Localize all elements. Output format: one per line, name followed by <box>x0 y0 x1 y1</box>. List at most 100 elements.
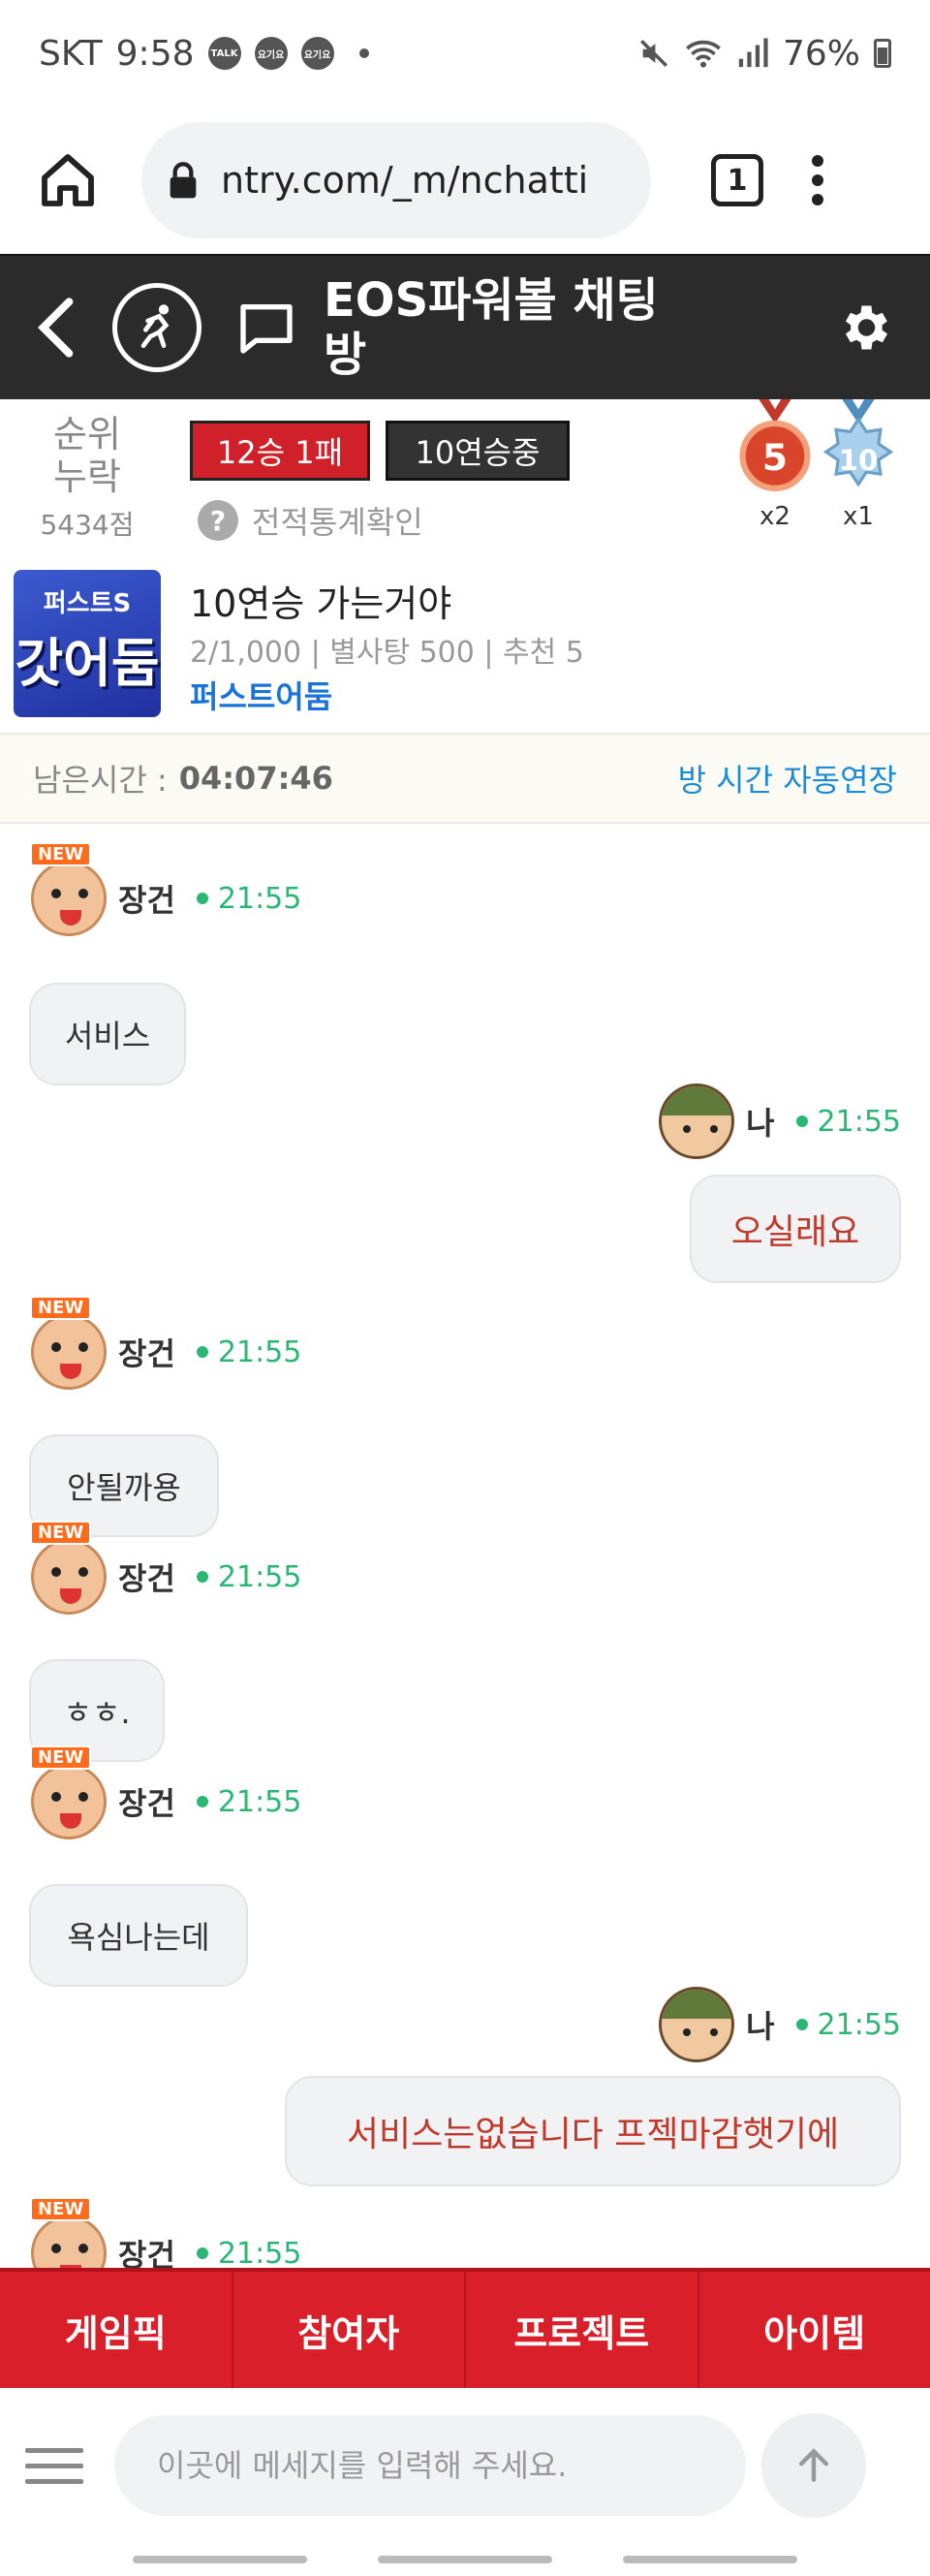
yogiyo-notification-icon: 요기요 <box>254 37 288 70</box>
back-button[interactable] <box>27 289 85 366</box>
browser-toolbar: ntry.com/_m/nchatti 1 <box>0 107 930 254</box>
sender-name[interactable]: 장건 <box>118 1330 175 1374</box>
points: 5434점 <box>40 509 135 541</box>
auto-extend-button[interactable]: 방 시간 자동연장 <box>678 756 897 801</box>
message-bubble: 서비스는없습니다 프젝마감햇기에 <box>285 2076 901 2186</box>
message-bubble: 오실래요 <box>690 1175 901 1283</box>
room-timer-bar: 남은시간 : 04:07:46 방 시간 자동연장 <box>0 733 930 824</box>
battery-icon <box>874 39 891 68</box>
avatar[interactable]: NEW <box>30 1296 107 1390</box>
remaining-time-value: 04:07:46 <box>178 760 333 797</box>
avatar[interactable]: NEW <box>30 1745 107 1839</box>
sender-name[interactable]: 장건 <box>118 876 175 921</box>
medal-blue-count: x1 <box>843 502 874 531</box>
online-dot-icon <box>795 2019 808 2030</box>
nav-home[interactable] <box>377 2556 552 2563</box>
bottom-tab-bar: 게임픽 참여자 프로젝트 아이템 <box>0 2268 930 2388</box>
avatar[interactable]: NEW <box>30 842 107 936</box>
rank-line-1: 순위 <box>53 413 121 456</box>
running-man-icon <box>140 304 170 348</box>
menu-button[interactable] <box>25 2447 83 2484</box>
rank-block: 순위 누락 5434점 <box>29 413 145 543</box>
message-bubble: 욕심나는데 <box>29 1884 248 1987</box>
message-time: 21:55 <box>217 2236 302 2269</box>
medal-blue-value: 10 <box>839 444 879 477</box>
medal-blue-icon: 10 <box>822 399 894 487</box>
rank-line-2: 누락 <box>53 456 121 498</box>
room-thumbnail: 퍼스트S 갓어둠 <box>14 570 161 717</box>
send-button[interactable] <box>761 2413 866 2518</box>
nav-back[interactable] <box>623 2556 798 2563</box>
message-composer <box>0 2388 930 2543</box>
medal-5-wins: 5 x2 <box>727 399 823 531</box>
stats-link[interactable]: ? 전적통계확인 <box>198 498 423 543</box>
avatar <box>659 1084 735 1159</box>
chat-list-button[interactable] <box>232 294 300 361</box>
battery-percent: 76% <box>782 33 860 74</box>
back-arrow-icon <box>38 298 74 358</box>
tab-game-pick[interactable]: 게임픽 <box>0 2272 233 2388</box>
kakaotalk-notification-icon: TALK <box>207 37 241 70</box>
sender-name: 나 <box>746 2008 775 2045</box>
home-icon <box>42 154 94 206</box>
online-dot-icon <box>196 1571 208 1583</box>
message-time: 21:55 <box>217 1784 302 1819</box>
win-streak-badge: 10연승중 <box>386 421 570 481</box>
question-icon: ? <box>198 500 238 541</box>
more-notifications-dot <box>358 48 369 58</box>
address-bar[interactable]: ntry.com/_m/nchatti <box>141 122 651 238</box>
clock: 9:58 <box>115 33 195 74</box>
tab-switcher-button[interactable]: 1 <box>711 154 763 206</box>
status-bar: SKT 9:58 TALK 요기요 요기요 76% <box>0 0 930 107</box>
room-meta: 2/1,000 | 별사탕 500 | 추천 5 <box>190 636 584 670</box>
thumb-line-1: 퍼스트S <box>43 589 132 618</box>
message-bubble: 서비스 <box>29 983 186 1085</box>
signal-icon <box>738 38 768 68</box>
wifi-icon <box>686 40 721 68</box>
new-badge: NEW <box>30 842 92 866</box>
home-button[interactable] <box>29 141 107 219</box>
system-nav-bar <box>0 2543 930 2576</box>
ntry-logo-button[interactable] <box>112 283 202 372</box>
new-badge: NEW <box>30 1296 92 1320</box>
user-profile-summary: 순위 누락 5434점 12승 1패 10연승중 ? 전적통계확인 5 x2 1… <box>0 399 930 564</box>
avatar[interactable]: NEW <box>30 1521 107 1615</box>
room-title: 10연승 가는거야 <box>190 582 452 625</box>
yogiyo-notification-icon-2: 요기요 <box>300 37 334 70</box>
medal-10-wins: 10 x1 <box>810 399 907 531</box>
chat-log[interactable]: NEW 장건 21:55 서비스 나 21:55 오실래요 NEW 장건 21:… <box>0 824 930 2268</box>
settings-button[interactable] <box>825 289 903 366</box>
message-time: 21:55 <box>217 1559 302 1594</box>
message-time: 21:55 <box>217 881 302 916</box>
sender-name[interactable]: 장건 <box>118 2231 175 2268</box>
online-dot-icon <box>196 1796 208 1807</box>
medal-red-icon: 5 <box>739 399 811 491</box>
tab-items[interactable]: 아이템 <box>699 2272 930 2388</box>
win-loss-record: 12승 1패 <box>190 421 370 481</box>
room-owner-link[interactable]: 퍼스트어둠 <box>190 673 332 717</box>
tab-project[interactable]: 프로젝트 <box>466 2272 699 2388</box>
remaining-time-label: 남은시간 : <box>33 762 168 799</box>
online-dot-icon <box>795 1115 808 1127</box>
new-badge: NEW <box>30 1521 92 1545</box>
avatar <box>659 1987 735 2062</box>
chat-bubble-icon <box>240 304 293 354</box>
arrow-up-icon <box>798 2448 829 2482</box>
sender-name[interactable]: 장건 <box>118 1555 175 1599</box>
page-title: EOS파워볼 채팅방 <box>324 273 659 382</box>
new-badge: NEW <box>30 1745 92 1770</box>
sender-name[interactable]: 장건 <box>118 1779 175 1824</box>
new-badge: NEW <box>30 2197 92 2221</box>
medal-red-count: x2 <box>760 502 790 531</box>
message-input[interactable] <box>114 2415 746 2516</box>
browser-menu-button[interactable] <box>812 155 823 205</box>
avatar[interactable]: NEW <box>30 2197 107 2268</box>
chat-header: EOS파워볼 채팅방 <box>0 254 930 399</box>
online-dot-icon <box>196 2247 208 2259</box>
tab-participants[interactable]: 참여자 <box>233 2272 466 2388</box>
nav-recents[interactable] <box>132 2556 307 2563</box>
mute-icon <box>639 39 667 68</box>
medal-red-value: 5 <box>762 436 788 479</box>
message-time: 21:55 <box>817 1104 901 1139</box>
lock-icon <box>170 162 197 199</box>
